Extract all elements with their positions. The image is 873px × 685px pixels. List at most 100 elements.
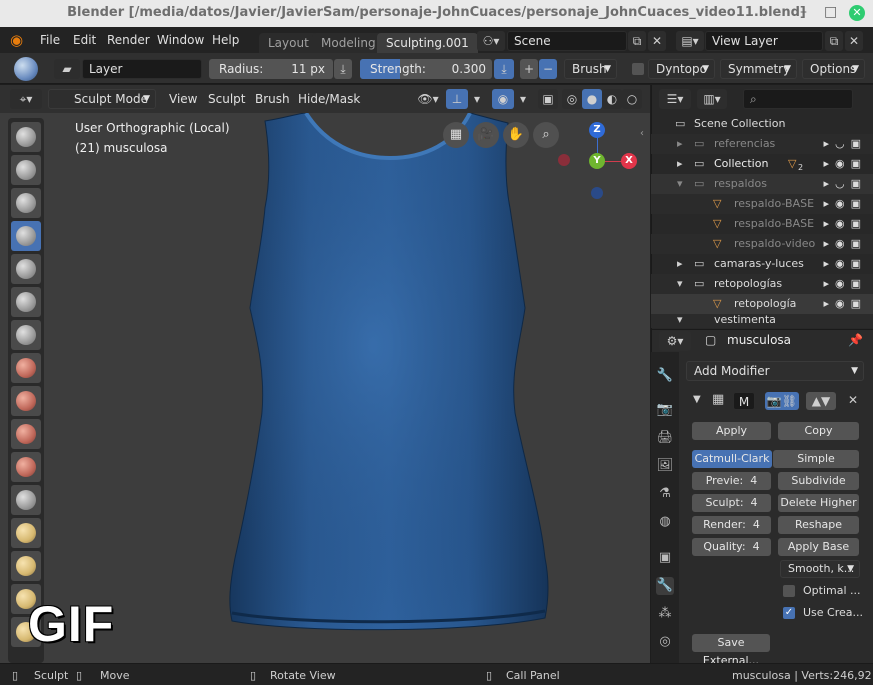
quality-field[interactable]: Quality: 4: [692, 538, 771, 556]
overlays-icon[interactable]: ◉: [492, 89, 514, 109]
menu-help[interactable]: Help: [212, 33, 239, 47]
wireframe-shading-icon[interactable]: ◎: [562, 89, 582, 109]
pan-hand-icon[interactable]: ✋: [503, 122, 529, 148]
delete-scene-icon[interactable]: ✕: [648, 31, 666, 51]
menu-edit[interactable]: Edit: [73, 33, 96, 47]
outliner-row[interactable]: ▾ ▭ respaldos ▸◡▣: [651, 174, 873, 194]
particles-tab-icon[interactable]: ⁂: [656, 605, 674, 623]
camera-view-icon[interactable]: 🎥: [473, 122, 499, 148]
outliner-row[interactable]: ▽ respaldo-video ▸◉▣: [651, 234, 873, 254]
gizmo-neg-x[interactable]: [558, 154, 570, 166]
optimal-display-checkbox[interactable]: [783, 585, 795, 597]
dyntopo-dropdown[interactable]: Dyntopo ▼: [648, 59, 715, 79]
gizmo-neg-z[interactable]: [591, 187, 603, 199]
tool-layer[interactable]: [11, 221, 41, 251]
reshape-button[interactable]: Reshape: [778, 516, 859, 534]
use-crease-checkbox[interactable]: ✓: [783, 607, 795, 619]
radius-slider[interactable]: Radius: 11 px: [209, 59, 333, 79]
tab-sculpting[interactable]: Sculpting.001: [377, 33, 478, 53]
tool-tab-icon[interactable]: 🔧: [656, 367, 674, 385]
view-layer-tab-icon[interactable]: 🖼: [656, 457, 674, 475]
add-direction-button[interactable]: +: [520, 59, 538, 79]
radius-pressure-icon[interactable]: ⤓: [334, 59, 352, 79]
row-toggles[interactable]: ▸◉▣: [823, 194, 867, 214]
row-toggles[interactable]: ▸◉▣: [823, 234, 867, 254]
new-scene-icon[interactable]: ⧉: [628, 31, 646, 51]
modifier-name-field[interactable]: M: [733, 392, 755, 410]
menu-window[interactable]: Window: [157, 33, 204, 47]
mode-dropdown[interactable]: Sculpt Mode ▼: [48, 89, 156, 109]
symmetry-dropdown[interactable]: Symmetry ▼: [720, 59, 797, 79]
zoom-icon[interactable]: ⌕: [533, 122, 559, 148]
active-brush-icon[interactable]: [14, 57, 38, 81]
apply-button[interactable]: Apply: [692, 422, 771, 440]
brush-dropdown[interactable]: Brush ▼: [564, 59, 617, 79]
sculpt-levels-field[interactable]: Sculpt: 4: [692, 494, 771, 512]
tool-grab[interactable]: [11, 518, 41, 548]
chevron-down-icon[interactable]: ▾: [470, 89, 484, 109]
simple-button[interactable]: Simple: [773, 450, 859, 468]
preview-levels-field[interactable]: Previe: 4: [692, 472, 771, 490]
strength-slider[interactable]: Strength: 0.300: [360, 59, 492, 79]
visibility-icon[interactable]: 👁▾: [414, 89, 442, 109]
outliner-editor-icon[interactable]: ☰▾: [659, 89, 691, 109]
gizmo-icon[interactable]: ⊥: [446, 89, 468, 109]
material-shading-icon[interactable]: ◐: [602, 89, 622, 109]
tool-fill[interactable]: [11, 419, 41, 449]
outliner-row[interactable]: ▾ vestimenta: [651, 314, 873, 328]
layer-field[interactable]: Layer: [82, 59, 202, 79]
chevron-down-icon[interactable]: ▾: [516, 89, 530, 109]
copy-button[interactable]: Copy: [778, 422, 859, 440]
tool-smooth[interactable]: [11, 353, 41, 383]
scene-tab-icon[interactable]: ⚗: [656, 485, 674, 503]
vp-menu-view[interactable]: View: [169, 92, 197, 106]
view-layer-field[interactable]: View Layer: [705, 31, 823, 51]
dyntopo-checkbox[interactable]: [632, 63, 644, 75]
strength-pressure-icon[interactable]: ⤓: [494, 59, 514, 79]
outliner-row[interactable]: ▭ Scene Collection: [651, 114, 873, 134]
tool-flatten[interactable]: [11, 386, 41, 416]
outliner-row[interactable]: ▽ respaldo-BASE ▸◉▣: [651, 194, 873, 214]
world-tab-icon[interactable]: ◍: [656, 513, 674, 531]
xray-icon[interactable]: ▣: [538, 89, 558, 109]
render-levels-field[interactable]: Render: 4: [692, 516, 771, 534]
display-mode-icon[interactable]: ▥▾: [697, 89, 727, 109]
row-toggles[interactable]: ▸◉▣: [823, 154, 867, 174]
3d-viewport[interactable]: [0, 113, 650, 663]
gizmo-z-axis[interactable]: Z: [589, 122, 605, 138]
render-toggle-icon[interactable]: 📷⛓: [765, 392, 799, 410]
vp-menu-hide-mask[interactable]: Hide/Mask: [298, 92, 360, 106]
outliner-row[interactable]: ▾ ▭ retopologías ▸◉▣: [651, 274, 873, 294]
maximize-button[interactable]: □: [824, 4, 837, 20]
move-up-down-icon[interactable]: ▲▼: [806, 392, 836, 410]
subtract-direction-button[interactable]: −: [539, 59, 557, 79]
minimize-button[interactable]: –: [800, 4, 807, 20]
pin-icon[interactable]: 📌: [848, 333, 863, 347]
delete-higher-button[interactable]: Delete Higher: [778, 494, 859, 512]
menu-file[interactable]: File: [40, 33, 60, 47]
vp-menu-sculpt[interactable]: Sculpt: [208, 92, 245, 106]
tool-draw[interactable]: [11, 122, 41, 152]
render-tab-icon[interactable]: 📷: [656, 401, 674, 419]
output-tab-icon[interactable]: 🖨: [656, 429, 674, 447]
gizmo-y-axis[interactable]: Y: [589, 153, 605, 169]
gizmo-x-axis[interactable]: X: [621, 153, 637, 169]
uv-smooth-dropdown[interactable]: Smooth, k... ▼: [780, 560, 860, 578]
add-modifier-dropdown[interactable]: Add Modifier ▼: [686, 361, 864, 381]
scene-field[interactable]: Scene: [507, 31, 627, 51]
vp-menu-brush[interactable]: Brush: [255, 92, 290, 106]
tab-layout[interactable]: Layout: [259, 33, 318, 53]
row-toggles[interactable]: ▸◉▣: [823, 294, 867, 314]
tool-blob[interactable]: [11, 287, 41, 317]
rendered-shading-icon[interactable]: ○: [622, 89, 642, 109]
row-toggles[interactable]: ▸◉▣: [823, 274, 867, 294]
editor-type-icon[interactable]: ⌖▾: [10, 89, 42, 109]
texture-icon[interactable]: ▰: [54, 59, 80, 79]
tool-draw-sharp[interactable]: [11, 155, 41, 185]
new-view-layer-icon[interactable]: ⧉: [825, 31, 843, 51]
delete-view-layer-icon[interactable]: ✕: [845, 31, 863, 51]
outliner-row[interactable]: ▽ retopología ▸◉▣: [651, 294, 873, 314]
options-dropdown[interactable]: Options ▼: [802, 59, 865, 79]
grid-toggle-icon[interactable]: ▦: [443, 122, 469, 148]
row-toggles[interactable]: ▸◡▣: [823, 174, 867, 194]
